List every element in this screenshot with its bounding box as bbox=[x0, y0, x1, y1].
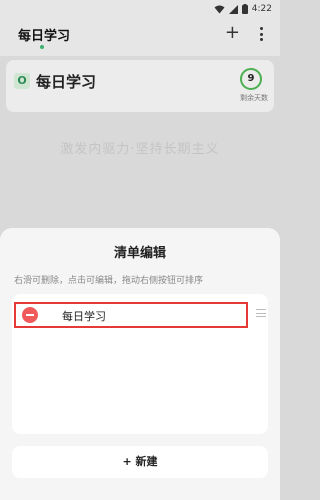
list-panel: 每日学习 bbox=[12, 294, 268, 434]
list-edit-sheet: 清单编辑 右滑可删除，点击可编辑，拖动右侧按钮可排序 每日学习 + 新建 bbox=[0, 228, 280, 500]
new-list-button[interactable]: + 新建 bbox=[12, 446, 268, 478]
delete-icon[interactable] bbox=[22, 307, 38, 323]
motto-text: 激发内驱力·坚持长期主义 bbox=[60, 142, 220, 157]
list-title: 每日学习 bbox=[36, 73, 97, 91]
signal-icon bbox=[228, 4, 238, 14]
list-item[interactable]: 每日学习 bbox=[14, 302, 248, 328]
app-header: 每日学习 + bbox=[0, 18, 280, 56]
remaining-days-circle: 9 bbox=[240, 68, 262, 90]
list-badge: O bbox=[14, 73, 30, 89]
drag-handle-icon[interactable] bbox=[256, 309, 266, 317]
tab-daily-study[interactable]: 每日学习 bbox=[18, 25, 70, 44]
remaining-days-label: 剩余天数 bbox=[240, 94, 268, 102]
list-item-label: 每日学习 bbox=[62, 310, 106, 323]
battery-icon bbox=[241, 4, 248, 14]
wifi-icon bbox=[214, 5, 225, 13]
active-tab-indicator bbox=[40, 45, 44, 49]
list-card[interactable]: O 每日学习 9 剩余天数 bbox=[6, 60, 274, 112]
status-bar: 4:22 bbox=[0, 0, 280, 18]
add-list-button[interactable]: + bbox=[225, 24, 240, 42]
sheet-hint: 右滑可删除，点击可编辑，拖动右侧按钮可排序 bbox=[14, 276, 204, 286]
more-options-icon[interactable] bbox=[254, 25, 268, 43]
sheet-title: 清单编辑 bbox=[113, 246, 166, 261]
status-time: 4:22 bbox=[251, 4, 272, 14]
